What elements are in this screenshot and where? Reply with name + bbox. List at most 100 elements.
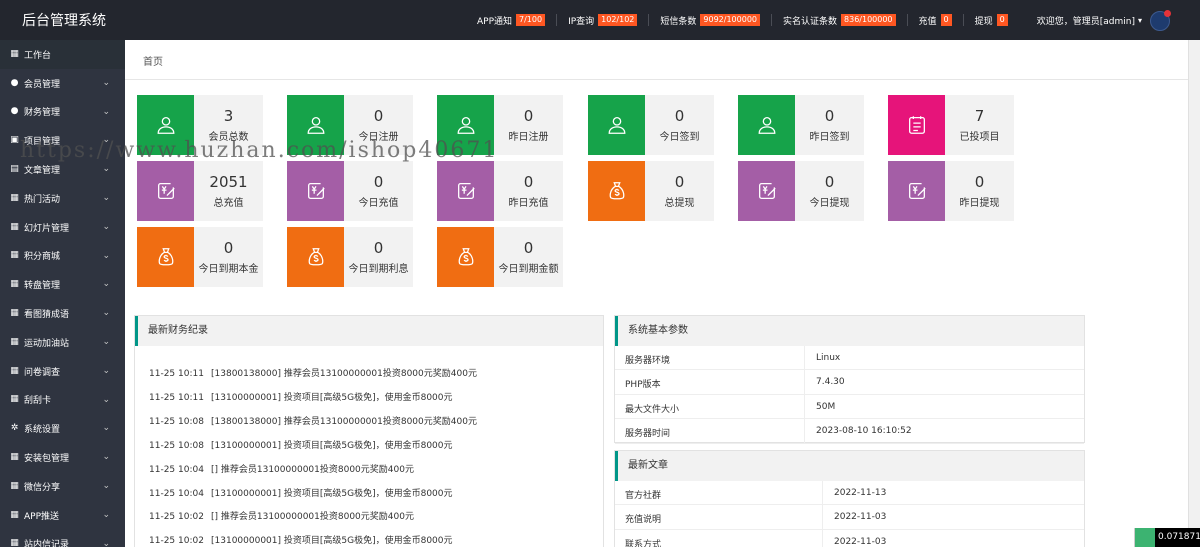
stat-value: 0: [523, 239, 534, 257]
sidebar-item[interactable]: ● 会员管理 ⌄: [0, 69, 125, 98]
finance-record: 11-25 10:11 [13800138000] 推荐会员13100000001…: [149, 366, 477, 379]
stat-card[interactable]: 0 今日到期本金: [137, 227, 263, 287]
stat-label: 昨日注册: [508, 132, 549, 143]
sidebar-item-label: 刮刮卡: [24, 396, 52, 407]
articles-panel-title: 最新文章: [615, 451, 1084, 481]
stat-card[interactable]: 0 昨日签到: [738, 95, 864, 155]
sidebar-item[interactable]: ▤ 文章管理 ⌄: [0, 155, 125, 184]
yen-icon: [738, 161, 795, 221]
row-key: 服务器时间: [625, 429, 671, 440]
chevron-down-icon: ⌄: [102, 308, 110, 319]
stat-card[interactable]: 0 昨日提现: [888, 161, 1014, 221]
row-value: 2023-08-10 16:10:52: [816, 426, 912, 437]
sidebar-item[interactable]: ▦ 运动加油站 ⌄: [0, 328, 125, 357]
nav-realname-count[interactable]: 实名认证条数 836/100000: [771, 14, 907, 27]
user-menu[interactable]: 欢迎您，管理员[admin] ▾: [1019, 14, 1142, 27]
nav-badge: 836/100000: [841, 14, 896, 26]
chevron-down-icon: ⌄: [102, 106, 110, 117]
stat-value: 0: [674, 107, 685, 125]
sidebar-item[interactable]: ▦ 刮刮卡 ⌄: [0, 386, 125, 415]
stat-value: 0: [974, 173, 985, 191]
stat-card[interactable]: 0 今日充值: [287, 161, 413, 221]
share-icon: ▦: [10, 480, 19, 491]
nav-sms-count[interactable]: 短信条数 9092/100000: [648, 14, 771, 27]
stat-card[interactable]: 0 昨日充值: [437, 161, 563, 221]
sidebar-item-label: 问卷调查: [24, 367, 61, 378]
record-text: [13100000001] 投资项目[高级5G极免]，使用金币8000元: [211, 440, 453, 451]
record-time: 11-25 10:04: [149, 488, 204, 499]
stat-card[interactable]: 2051 总充值: [137, 161, 263, 221]
system-panel-title: 系统基本参数: [615, 316, 1084, 346]
project-icon: ▣: [10, 135, 19, 146]
money-bag-icon: [137, 227, 194, 287]
sidebar-item[interactable]: ▦ 幻灯片管理 ⌄: [0, 213, 125, 242]
record-time: 11-25 10:04: [149, 464, 204, 475]
stat-card[interactable]: 0 今日提现: [738, 161, 864, 221]
sidebar-item-label: 看图猜成语: [24, 310, 70, 321]
sidebar-item[interactable]: ▦ 转盘管理 ⌄: [0, 270, 125, 299]
user-icon: [738, 95, 795, 155]
nav-label: 短信条数: [660, 16, 697, 27]
wheel-icon: ▦: [10, 279, 19, 290]
record-text: [13800138000] 推荐会员13100000001投资8000元奖励40…: [211, 416, 477, 427]
sidebar-item[interactable]: ▦ 站内信记录 ⌄: [0, 530, 125, 547]
finance-record: 11-25 10:04 [] 推荐会员13100000001投资8000元奖励40…: [149, 462, 414, 475]
sidebar-item[interactable]: ▦ 积分商城 ⌄: [0, 242, 125, 271]
stat-card[interactable]: 0 今日到期金额: [437, 227, 563, 287]
row-key: 官方社群: [625, 491, 662, 501]
avatar[interactable]: [1150, 10, 1171, 31]
stat-label: 今日注册: [358, 132, 399, 143]
sidebar-item[interactable]: ✲ 系统设置 ⌄: [0, 414, 125, 443]
chevron-down-icon: ▾: [1137, 15, 1142, 25]
mall-icon: ▦: [10, 250, 19, 261]
stat-label: 昨日签到: [809, 132, 850, 143]
stat-card[interactable]: 3 会员总数: [137, 95, 263, 155]
sidebar-item[interactable]: ▦ 看图猜成语 ⌄: [0, 299, 125, 328]
sidebar-item[interactable]: ▦ 问卷调查 ⌄: [0, 357, 125, 386]
stat-card[interactable]: 7 已投项目: [888, 95, 1014, 155]
user-icon: [437, 95, 494, 155]
nav-ip-query[interactable]: IP查询 102/102: [556, 14, 648, 27]
tab-home[interactable]: 首页: [143, 53, 163, 68]
record-text: [13100000001] 投资项目[高级5G极免]，使用金币8000元: [211, 392, 453, 403]
row-value: 2022-11-03: [834, 512, 887, 523]
sidebar-item[interactable]: ▦ 工作台: [0, 40, 125, 69]
finance-record: 11-25 10:02 [13100000001] 投资项目[高级5G极免]，使用…: [149, 533, 453, 546]
chevron-down-icon: ⌄: [102, 336, 110, 347]
column-divider: [822, 481, 823, 505]
gear-icon: ✲: [10, 423, 19, 434]
record-time: 11-25 10:02: [149, 512, 204, 523]
stat-value: 0: [824, 107, 835, 125]
articles-row: 联系方式 2022-11-03: [615, 529, 1084, 547]
row-value: 50M: [816, 401, 836, 412]
sidebar-item[interactable]: ▣ 项目管理 ⌄: [0, 126, 125, 155]
chevron-down-icon: ⌄: [102, 509, 110, 520]
nav-recharge[interactable]: 充值 0: [906, 14, 963, 27]
sidebar-item[interactable]: ▦ APP推送 ⌄: [0, 501, 125, 530]
stat-card[interactable]: 0 昨日注册: [437, 95, 563, 155]
nav-withdraw[interactable]: 提现 0: [962, 14, 1019, 27]
nav-badge: 9092/100000: [700, 14, 760, 26]
chevron-down-icon: ⌄: [102, 192, 110, 203]
nav-app-notice[interactable]: APP通知 7/100: [466, 14, 556, 27]
chevron-down-icon: ⌄: [102, 164, 110, 175]
stat-card[interactable]: 0 今日签到: [588, 95, 714, 155]
sidebar-item[interactable]: ▦ 热门活动 ⌄: [0, 184, 125, 213]
stat-value: 7: [974, 107, 985, 125]
stat-card[interactable]: 0 总提现: [588, 161, 714, 221]
stat-card[interactable]: 0 今日注册: [287, 95, 413, 155]
stat-value: 2051: [209, 173, 248, 191]
yen-icon: [888, 161, 945, 221]
sidebar-item[interactable]: ● 财务管理 ⌄: [0, 98, 125, 127]
slides-icon: ▦: [10, 221, 19, 232]
stat-card[interactable]: 0 今日到期利息: [287, 227, 413, 287]
row-value: 2022-11-13: [834, 488, 887, 498]
scrollbar[interactable]: [1188, 40, 1200, 547]
column-divider: [804, 394, 805, 419]
sidebar: ▦ 工作台 ● 会员管理 ⌄ ● 财务管理 ⌄ ▣ 项目管理 ⌄ ▤ 文章管理 ⌄ ▦ 热门活动 ⌄ ▦ 幻灯片管理…: [0, 40, 125, 547]
stat-label: 会员总数: [208, 132, 249, 143]
chevron-down-icon: ⌄: [102, 77, 110, 88]
sidebar-item[interactable]: ▦ 微信分享 ⌄: [0, 472, 125, 501]
stat-label: 今日签到: [659, 132, 700, 143]
sidebar-item[interactable]: ▦ 安装包管理 ⌄: [0, 443, 125, 472]
